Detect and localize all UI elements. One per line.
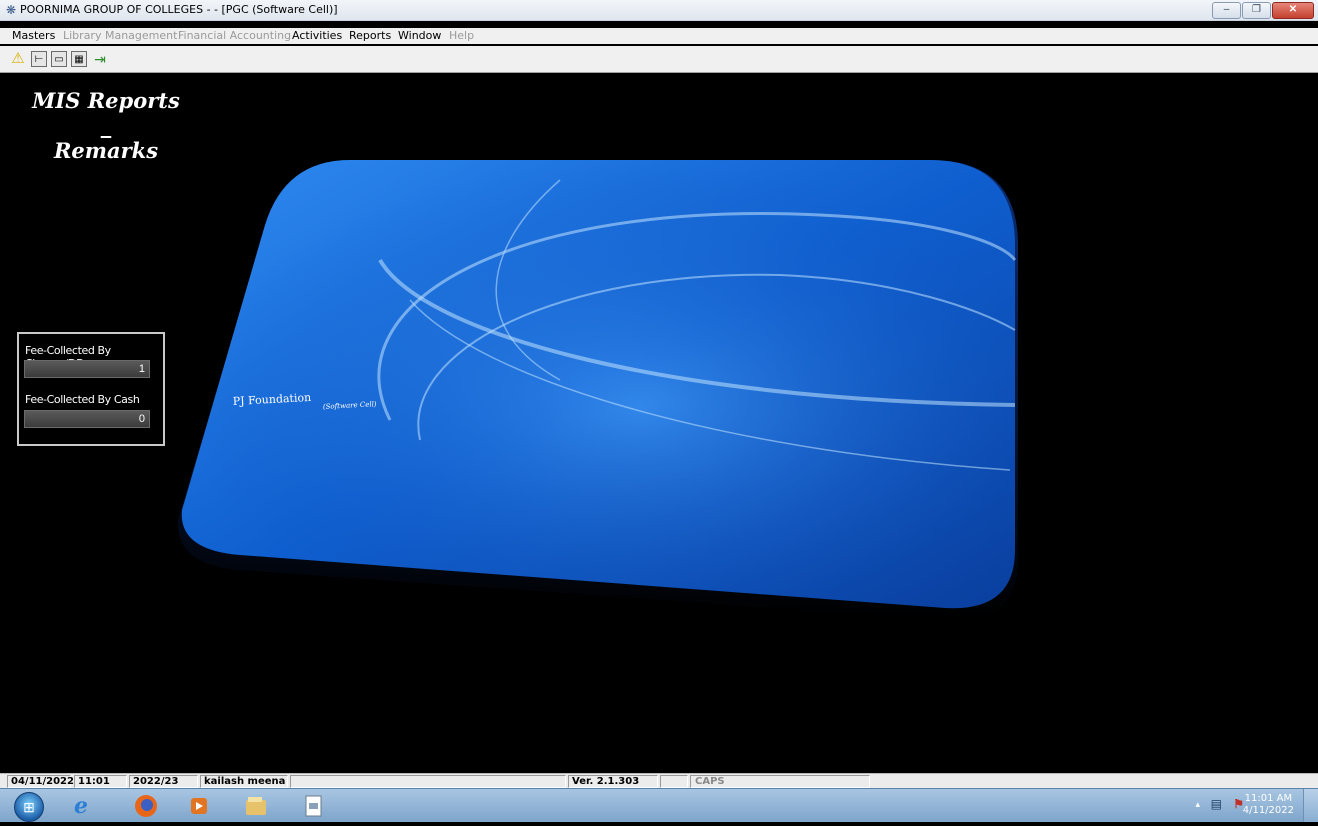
tray-clock[interactable]: 11:01 AM 4/11/2022 [1243,793,1294,817]
status-caps: CAPS [690,775,870,788]
file-explorer-icon[interactable] [243,793,269,819]
network-icon[interactable]: ▤ [1211,797,1222,811]
mis-reports-heading: MIS Reports _ Remarks [26,88,186,163]
status-blank [290,775,566,788]
internet-explorer-icon[interactable]: e [68,793,94,819]
fee-summary-panel: Fee-Collected By Cheque/DD 1 Fee-Collect… [17,332,165,446]
clock-date: 4/11/2022 [1242,805,1294,816]
status-time: 11:01 AM [74,775,127,799]
cheque-value-field[interactable]: 1 [24,360,150,378]
pj-foundation-logo: PJ Foundation (Software Cell) [177,160,1018,621]
status-date: 04/11/2022 [7,775,74,788]
media-player-icon[interactable] [186,793,212,819]
status-num [660,775,688,788]
status-version: Ver. 2.1.303 [568,775,658,788]
mis-title-line2: Remarks [53,138,159,163]
mis-title-line1: MIS Reports _ [32,88,180,138]
status-session: 2022/23 [129,775,198,788]
clock-time: 11:01 AM [1244,793,1293,804]
cash-label: Fee-Collected By Cash [25,393,140,406]
windows-taskbar: ⊞ e ▴ ▤ ⚑ 11:01 AM 4/11/2022 [0,788,1318,822]
firefox-icon[interactable] [133,793,159,819]
cash-value-field[interactable]: 0 [24,410,150,428]
start-orb[interactable]: ⊞ [14,792,44,822]
status-bar: 04/11/2022 11:01 AM 2022/23 kailash meen… [0,773,1318,799]
show-desktop-button[interactable] [1303,789,1318,822]
document-icon[interactable] [300,793,326,819]
tray-expand-icon[interactable]: ▴ [1195,799,1200,810]
status-user: kailash meena [200,775,288,788]
